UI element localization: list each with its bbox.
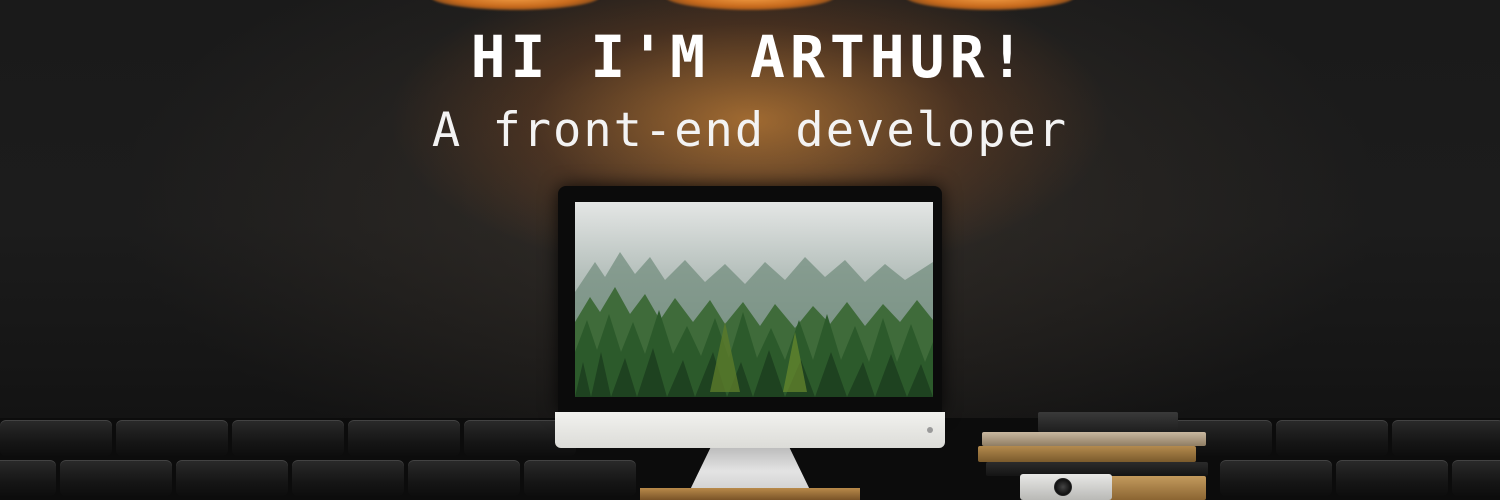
wall-tile xyxy=(0,420,112,456)
wall-tile xyxy=(524,460,636,496)
wall-tile xyxy=(60,460,172,496)
wall-tile xyxy=(116,420,228,456)
desktop-monitor xyxy=(555,186,945,448)
profile-banner: HI I'M ARTHUR! A front-end developer xyxy=(0,0,1500,500)
book xyxy=(982,432,1206,446)
forest-illustration xyxy=(575,202,933,397)
book xyxy=(1038,412,1178,432)
lamp-light xyxy=(905,0,1075,10)
power-indicator xyxy=(927,427,933,433)
camera-lens xyxy=(1054,478,1072,496)
lamp-light xyxy=(665,0,835,10)
wall-tile xyxy=(1276,420,1388,456)
wall-tile xyxy=(1392,420,1500,456)
book xyxy=(1108,476,1206,500)
lamp-light xyxy=(430,0,600,10)
wall-tile xyxy=(1452,460,1500,496)
wooden-desk xyxy=(640,488,860,500)
forest-wallpaper-image xyxy=(575,202,933,397)
book xyxy=(978,446,1196,462)
wall-tile xyxy=(292,460,404,496)
hero-title: HI I'M ARTHUR! xyxy=(470,23,1030,91)
wall-tile xyxy=(0,460,56,496)
monitor-chin xyxy=(555,412,945,448)
wall-tile xyxy=(1336,460,1448,496)
wall-tile xyxy=(348,420,460,456)
hero-subtitle: A front-end developer xyxy=(431,103,1069,158)
camera xyxy=(1020,474,1112,500)
wall-tile xyxy=(232,420,344,456)
wall-tile xyxy=(408,460,520,496)
wall-tile xyxy=(1220,460,1332,496)
monitor-bezel xyxy=(558,186,942,412)
wall-tile xyxy=(176,460,288,496)
